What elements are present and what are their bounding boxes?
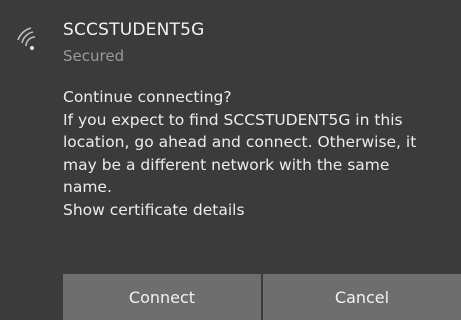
message-line: location, go ahead and connect. Otherwis…	[63, 133, 417, 151]
network-name: SCCSTUDENT5G	[63, 20, 205, 40]
message-heading: Continue connecting?	[63, 88, 232, 106]
connect-button[interactable]: Connect	[63, 274, 261, 320]
message-line: may be a different network with the same	[63, 155, 390, 174]
message-line: name.	[63, 178, 112, 196]
wifi-network-flyout: SCCSTUDENT5G Secured Continue connecting…	[0, 0, 461, 320]
connection-warning: Continue connecting? If you expect to fi…	[63, 86, 455, 221]
cancel-button[interactable]: Cancel	[263, 274, 461, 320]
button-row: Connect Cancel	[63, 274, 461, 320]
message-line: If you expect to find SCCSTUDENT5G in th…	[63, 110, 403, 129]
network-status: Secured	[63, 47, 125, 65]
show-certificate-details-link[interactable]: Show certificate details	[63, 199, 455, 222]
wifi-secured-icon	[17, 27, 36, 50]
